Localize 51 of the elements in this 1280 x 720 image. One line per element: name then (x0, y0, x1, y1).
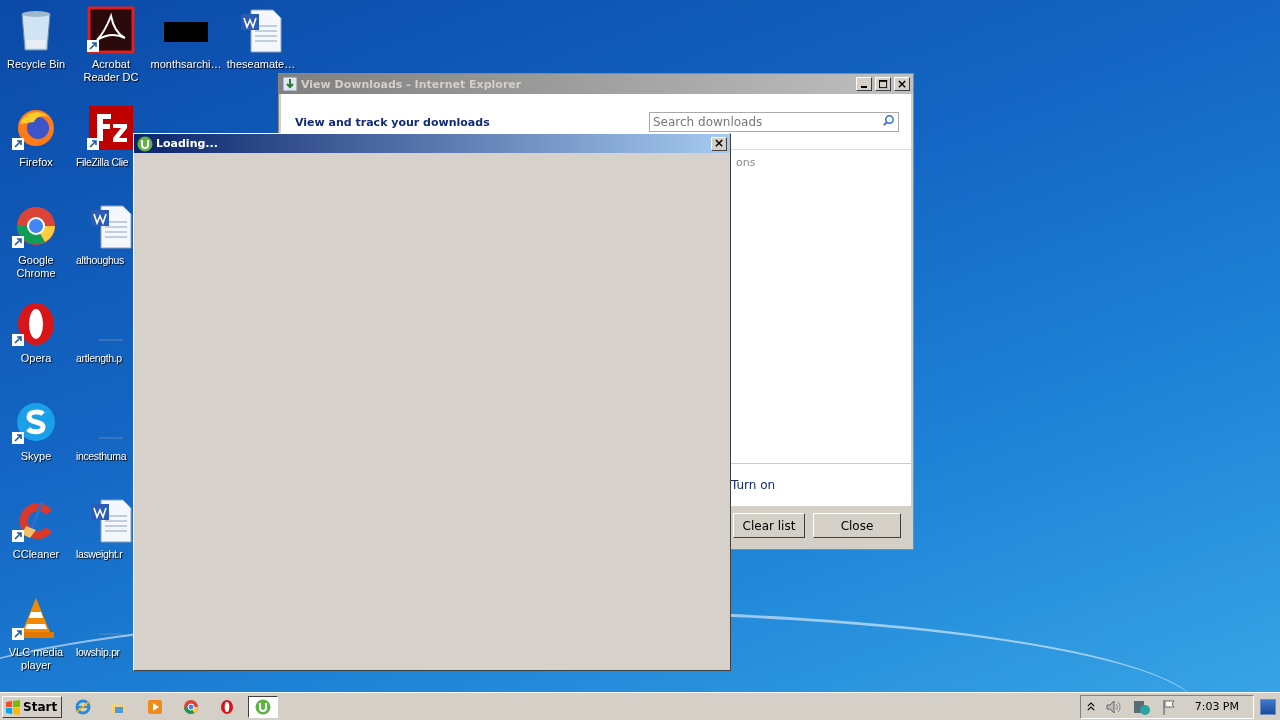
icon-label: theseamate… (226, 58, 296, 71)
download-icon (282, 76, 298, 92)
close-icon (714, 139, 724, 148)
opera-icon (219, 698, 236, 715)
icon-label: monthsarchi… (150, 58, 222, 71)
minimize-button[interactable] (856, 77, 872, 91)
icon-label: FileZilla Clie (76, 156, 129, 169)
utorrent-icon (137, 135, 153, 152)
search-icon[interactable] (882, 114, 895, 127)
window-title: Loading... (156, 137, 218, 150)
icon-label: VLC media player (7, 646, 65, 672)
clock[interactable]: 7:03 PM (1194, 700, 1239, 713)
speaker-icon[interactable] (1104, 698, 1123, 715)
show-desktop-button[interactable] (1260, 698, 1276, 715)
close-button[interactable] (894, 77, 910, 91)
close-icon (897, 79, 907, 89)
start-button[interactable]: Start (2, 695, 63, 718)
turn-on-link[interactable]: Turn on (731, 478, 776, 492)
icon-label: Recycle Bin (6, 58, 66, 71)
chevron-up-icon[interactable] (1086, 701, 1095, 712)
media-player-icon (147, 698, 164, 715)
heading: View and track your downloads (295, 116, 491, 129)
acrobat-icon[interactable] (87, 6, 135, 54)
filezilla-icon[interactable] (87, 104, 135, 152)
icon-label: artlength.p (76, 352, 122, 365)
icon-label: Opera (20, 352, 52, 365)
search-field[interactable]: Search downloads (649, 112, 899, 132)
windows-logo-icon (5, 698, 21, 715)
flag-icon[interactable] (1160, 698, 1177, 715)
utorrent-icon (255, 698, 272, 715)
icon-label: lowship.pr (76, 646, 120, 659)
icon-label: Skype (20, 450, 52, 463)
icon-label: lasweight.r (76, 548, 123, 561)
maximize-icon (878, 79, 888, 89)
utorrent-taskbar-button[interactable] (248, 695, 279, 718)
network-icon[interactable] (1132, 698, 1151, 715)
chrome-icon (183, 698, 200, 715)
icon-label: CCleaner (12, 548, 60, 561)
icon-label: incesthuma (76, 450, 127, 463)
options-text: ons (736, 156, 756, 169)
icon-label: althoughus (76, 254, 124, 267)
dialog-button[interactable]: Clear list (733, 513, 805, 538)
icon-label: Firefox (19, 156, 53, 169)
window-title: View Downloads - Internet Explorer (301, 77, 522, 91)
internet-explorer-icon (75, 698, 92, 715)
minimize-icon (861, 86, 867, 88)
icon-label: Google Chrome (15, 254, 57, 280)
dialog-button[interactable]: Close (813, 513, 901, 538)
close-button[interactable] (711, 136, 727, 151)
maximize-button[interactable] (875, 77, 891, 91)
icon-label: Acrobat Reader DC (82, 58, 140, 84)
